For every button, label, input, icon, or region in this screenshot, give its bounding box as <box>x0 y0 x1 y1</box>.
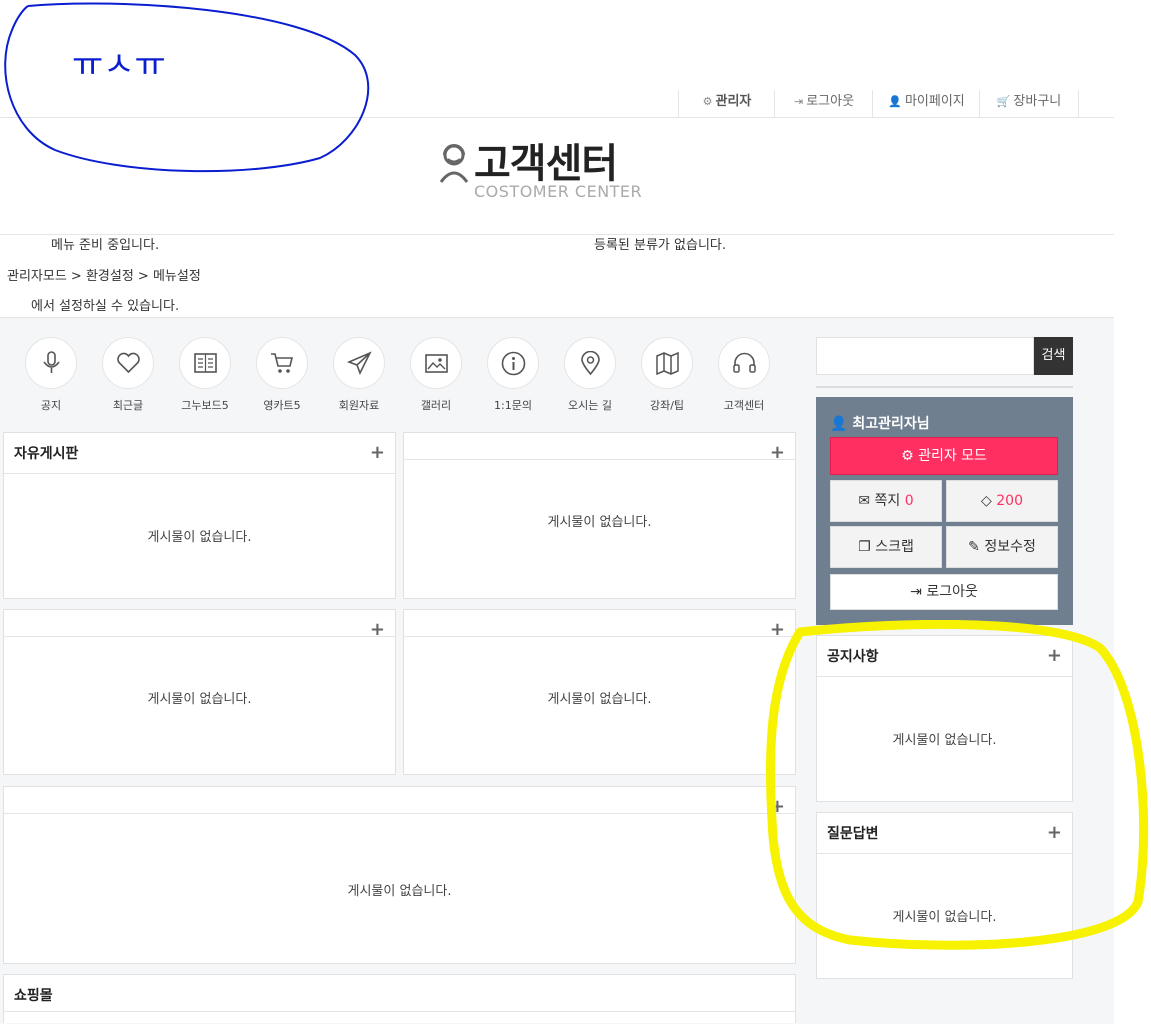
cart-icon <box>271 353 294 373</box>
quick-menu-item[interactable] <box>487 337 539 389</box>
yellow-highlight-annotation <box>765 620 1149 950</box>
microphone-icon <box>43 351 60 373</box>
quick-menu-label[interactable]: 갤러리 <box>396 397 476 413</box>
menu-preparing-text: 메뉴 준비 중입니다. <box>51 238 160 253</box>
quick-menu-label[interactable]: 회원자료 <box>319 397 399 413</box>
mypage-link[interactable]: 👤 마이페이지 <box>872 90 980 118</box>
diamond-icon: ◇ <box>981 493 992 509</box>
memo-count: 0 <box>904 493 914 509</box>
board-2: + 게시물이 없습니다. <box>403 432 796 599</box>
board-divider <box>4 813 795 814</box>
scrap-button[interactable]: ❐ 스크랩 <box>830 526 942 568</box>
quick-menu-label[interactable]: 최근글 <box>88 397 168 413</box>
user-name: 👤 최고관리자님 <box>830 416 930 432</box>
logo-subtitle: COSTOMER CENTER <box>474 182 643 201</box>
book-icon <box>194 353 217 373</box>
quick-menu-item[interactable] <box>179 337 231 389</box>
quick-menu-item[interactable] <box>333 337 385 389</box>
board-4: + 게시물이 없습니다. <box>403 609 796 775</box>
logout-link[interactable]: ⇥ 로그아웃 <box>774 90 873 118</box>
quick-menu-label[interactable]: 오시는 길 <box>550 397 630 413</box>
image-icon <box>425 354 448 373</box>
board-free-title[interactable]: 자유게시판 <box>14 443 78 463</box>
sign-in-icon: ⇥ <box>910 584 922 600</box>
board-wide: + 게시물이 없습니다. <box>3 786 796 964</box>
quick-menu-label[interactable]: 1:1문의 <box>473 397 553 413</box>
quick-menu-label[interactable]: 강좌/팁 <box>627 397 707 413</box>
quick-menu-label[interactable]: 그누보드5 <box>165 397 245 413</box>
quick-menu-item[interactable] <box>410 337 462 389</box>
map-marker-icon <box>581 351 600 376</box>
board-3: + 게시물이 없습니다. <box>3 609 396 775</box>
blue-circle-annotation: ㅠㅅㅠ <box>4 2 370 173</box>
board-shop: 쇼핑몰 <box>3 974 796 1023</box>
info-icon <box>501 351 526 376</box>
logo-person-icon <box>438 140 470 188</box>
board-shop-title[interactable]: 쇼핑몰 <box>14 985 53 1005</box>
sign-out-icon: ⇥ <box>793 95 804 108</box>
board-free-more[interactable]: + <box>370 444 385 462</box>
menu-divider <box>0 234 1114 235</box>
search-input[interactable] <box>816 337 1034 375</box>
edit-icon: ✎ <box>968 539 980 555</box>
board-divider <box>4 473 395 474</box>
quick-menu-label[interactable]: 고객센터 <box>704 397 784 413</box>
board-divider <box>404 459 795 460</box>
cart-icon: 🛒 <box>996 95 1011 108</box>
admin-link[interactable]: ⚙ 관리자 <box>678 90 775 118</box>
search-button[interactable]: 검색 <box>1034 337 1073 375</box>
logo-title[interactable]: 고객센터 <box>474 140 618 188</box>
map-icon <box>656 351 679 376</box>
quick-menu-item[interactable] <box>718 337 770 389</box>
empty-message: 게시물이 없습니다. <box>147 692 252 707</box>
envelope-icon: ✉ <box>858 493 871 509</box>
handwriting-note: ㅠㅅㅠ <box>72 45 166 85</box>
quick-menu-item[interactable] <box>564 337 616 389</box>
quick-menu-item[interactable] <box>102 337 154 389</box>
menu-setting-path: 관리자모드 > 환경설정 > 메뉴설정 <box>7 269 201 284</box>
sidebar-divider <box>816 386 1073 388</box>
quick-menu-label[interactable]: 영카트5 <box>242 397 322 413</box>
no-category-text: 등록된 분류가 없습니다. <box>594 238 726 253</box>
heart-icon <box>117 352 140 374</box>
menu-setting-hint: 에서 설정하실 수 있습니다. <box>31 299 180 314</box>
gear-icon: ⚙ <box>901 448 914 464</box>
quick-menu-item[interactable] <box>256 337 308 389</box>
edit-info-button[interactable]: ✎ 정보수정 <box>946 526 1058 568</box>
user-icon: 👤 <box>830 416 848 432</box>
point-button[interactable]: ◇ 200 <box>946 480 1058 522</box>
headset-icon <box>733 352 756 373</box>
logout-button[interactable]: ⇥ 로그아웃 <box>830 574 1058 610</box>
empty-message: 게시물이 없습니다. <box>547 692 652 707</box>
quick-menu-item[interactable] <box>25 337 77 389</box>
cart-link[interactable]: 🛒 장바구니 <box>979 90 1079 118</box>
empty-message: 게시물이 없습니다. <box>147 530 252 545</box>
paper-plane-icon <box>347 351 372 375</box>
empty-message: 게시물이 없습니다. <box>547 515 652 530</box>
quick-menu-item[interactable] <box>641 337 693 389</box>
board-free: 자유게시판 + 게시물이 없습니다. <box>3 432 396 599</box>
copy-icon: ❐ <box>858 539 871 555</box>
memo-button[interactable]: ✉ 쪽지 0 <box>830 480 942 522</box>
point-value: 200 <box>996 493 1023 509</box>
admin-mode-button[interactable]: ⚙ 관리자 모드 <box>830 437 1058 475</box>
board-divider <box>4 636 395 637</box>
quick-menu-label[interactable]: 공지 <box>11 397 91 413</box>
board-divider <box>4 1011 795 1012</box>
empty-message: 게시물이 없습니다. <box>347 884 452 899</box>
board-divider <box>404 636 795 637</box>
gear-icon: ⚙ <box>702 95 713 108</box>
user-icon: 👤 <box>888 95 902 108</box>
